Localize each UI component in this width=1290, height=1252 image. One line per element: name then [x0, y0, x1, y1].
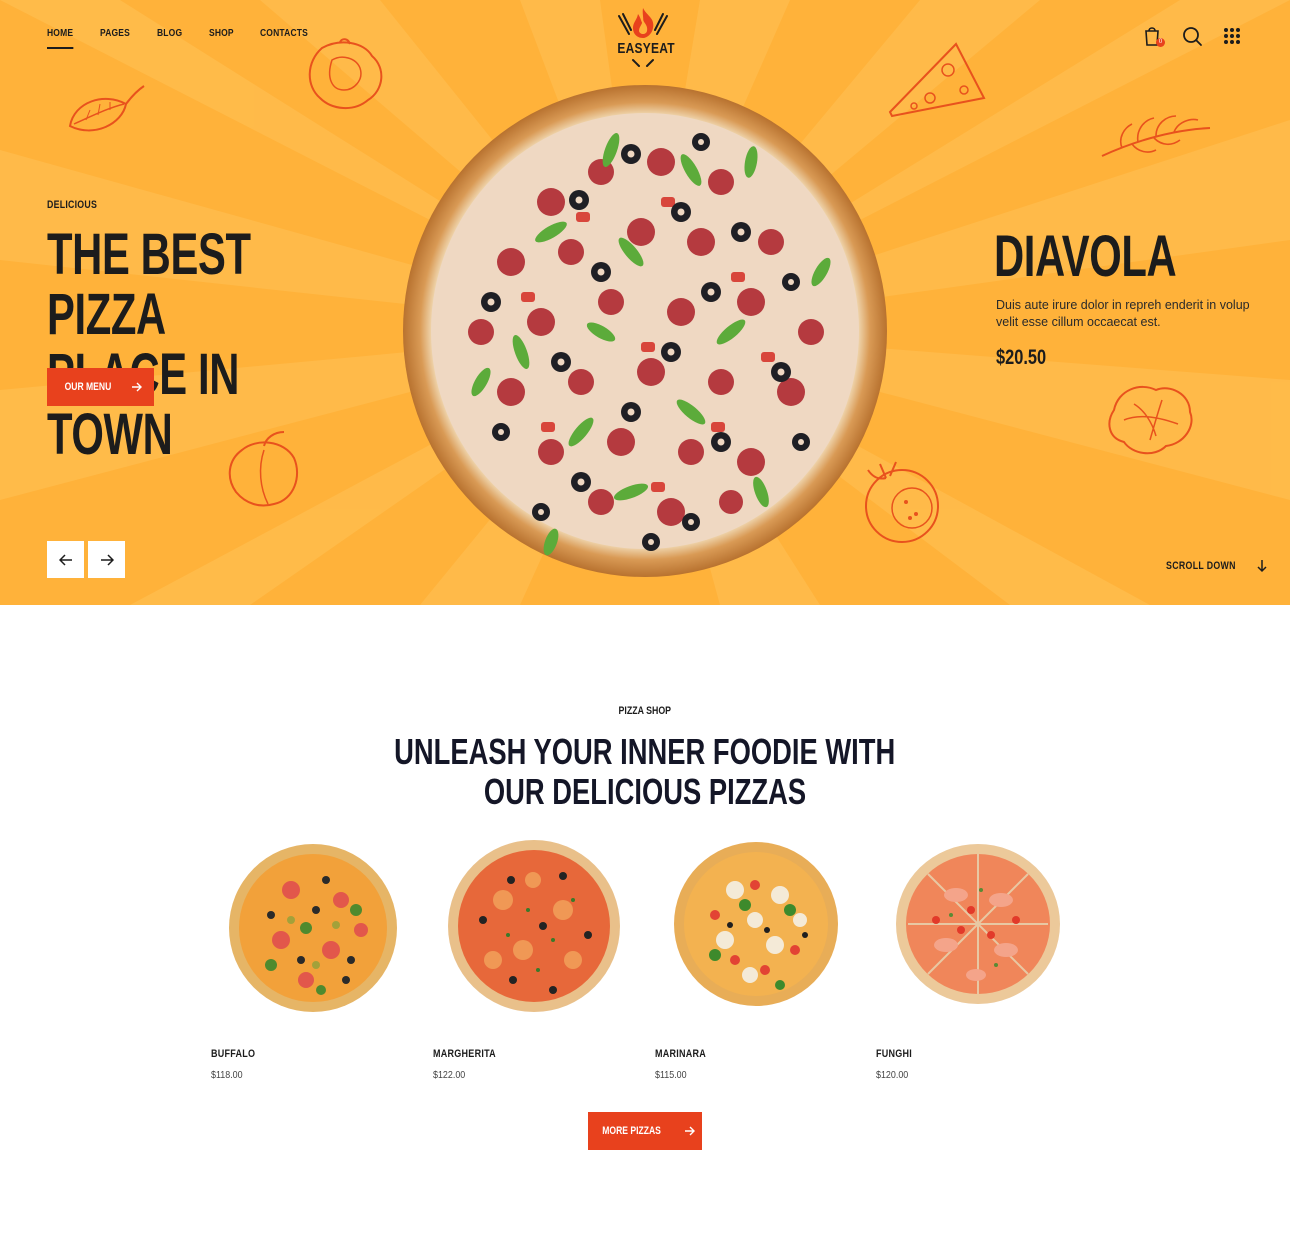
main-nav: HOME PAGES BLOG SHOP CONTACTS — [47, 28, 316, 49]
shop-title-line-2: OUR DELICIOUS PIZZAS — [483, 771, 807, 812]
shop-title: UNLEASH YOUR INNER FOODIE WITH OUR DELIC… — [0, 732, 1290, 812]
herb-doodle-icon — [1101, 115, 1211, 157]
our-menu-button[interactable]: OUR MENU — [47, 368, 154, 406]
cheese-doodle-icon — [888, 42, 986, 118]
arrow-right-icon — [684, 1126, 695, 1136]
more-pizzas-label: MORE PIZZAS — [602, 1125, 662, 1137]
nav-item-blog[interactable]: BLOG — [157, 28, 182, 45]
product-name[interactable]: MARGHERITA — [433, 1048, 496, 1060]
next-slide-button[interactable] — [88, 541, 125, 578]
search-icon — [1183, 27, 1202, 46]
arrow-right-icon — [100, 553, 114, 566]
slider-controls — [47, 541, 125, 578]
hero-title: THE BEST PIZZA PLACE IN TOWN — [47, 225, 349, 465]
pizza-margherita-image — [448, 840, 620, 1012]
header-icons: 0 — [1140, 24, 1244, 48]
flame-logo-icon — [618, 8, 668, 38]
nav-item-shop[interactable]: SHOP — [209, 28, 234, 45]
featured-product-price: $20.50 — [996, 346, 1047, 369]
nav-item-pages[interactable]: PAGES — [100, 28, 130, 45]
cart-button[interactable]: 0 — [1140, 24, 1165, 48]
featured-product-description: Duis aute irure dolor in repreh enderit … — [996, 298, 1250, 329]
product-name[interactable]: BUFFALO — [211, 1048, 255, 1060]
product-price: $118.00 — [211, 1069, 243, 1081]
hero-pizza-image — [403, 85, 887, 577]
grid-menu-button[interactable] — [1220, 24, 1244, 48]
nav-item-contacts[interactable]: CONTACTS — [260, 28, 308, 45]
scroll-down-label: SCROLL DOWN — [1166, 560, 1236, 572]
product-name[interactable]: FUNGHI — [876, 1048, 912, 1060]
our-menu-label: OUR MENU — [64, 381, 111, 393]
pizza-funghi-image — [896, 844, 1060, 1004]
logo-text: EASYEAT — [617, 40, 675, 57]
cart-count-badge: 0 — [1156, 38, 1165, 47]
prev-slide-button[interactable] — [47, 541, 84, 578]
grid-menu-icon — [1224, 28, 1240, 44]
search-button[interactable] — [1180, 24, 1204, 48]
leaf-doodle-icon — [68, 85, 145, 132]
shop-title-line-1: UNLEASH YOUR INNER FOODIE WITH — [394, 731, 896, 772]
pizza-buffalo-image — [229, 844, 397, 1012]
pizza-marinara-image — [674, 842, 838, 1006]
lettuce-doodle-icon — [1108, 385, 1193, 455]
product-price: $115.00 — [655, 1069, 687, 1081]
featured-product-name: DIAVOLA — [994, 224, 1177, 289]
product-name[interactable]: MARINARA — [655, 1048, 706, 1060]
arrow-left-icon — [58, 553, 72, 566]
arrow-down-icon — [1257, 560, 1267, 573]
hero-title-line-1: THE BEST PIZZA — [47, 222, 251, 347]
logo[interactable]: EASYEAT — [611, 6, 675, 68]
logo-utensils-icon — [632, 59, 654, 67]
nav-item-home[interactable]: HOME — [47, 28, 74, 49]
scroll-down-link[interactable]: SCROLL DOWN — [1166, 559, 1267, 573]
pepper-slice-doodle-icon — [308, 38, 383, 109]
shop-eyebrow-text: PIZZA SHOP — [618, 705, 672, 717]
hero-eyebrow: DELICIOUS — [47, 199, 98, 211]
product-price: $122.00 — [433, 1069, 466, 1081]
hero-section: HOME PAGES BLOG SHOP CONTACTS EASYEAT 0 — [0, 0, 1290, 605]
shop-eyebrow: PIZZA SHOP — [0, 705, 1290, 717]
more-pizzas-button[interactable]: MORE PIZZAS — [588, 1112, 702, 1150]
arrow-right-icon — [132, 382, 143, 392]
product-price: $120.00 — [876, 1069, 909, 1081]
